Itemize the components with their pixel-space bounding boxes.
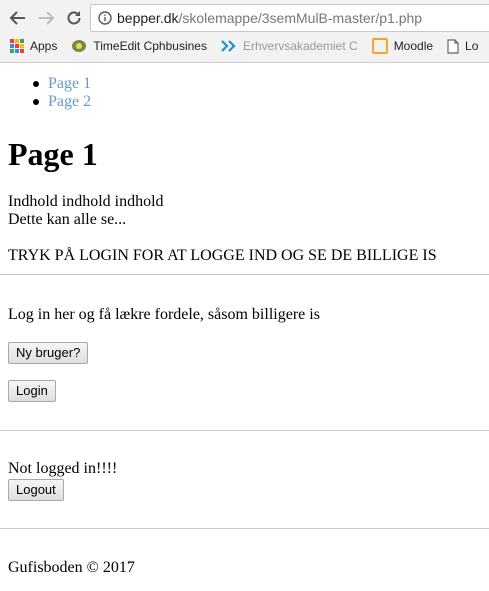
content-line-2: Dette kan alle se...: [8, 211, 127, 228]
bookmark-timeedit[interactable]: TimeEdit Cphbusines: [71, 39, 207, 53]
chevrons-icon: [221, 40, 237, 52]
divider: [0, 528, 489, 529]
timeedit-icon: [71, 39, 87, 53]
page-icon: [447, 38, 459, 54]
nav-list: Page 1 Page 2: [0, 75, 91, 111]
footer-text: Gufisboden © 2017: [8, 559, 135, 576]
logout-button[interactable]: Logout: [8, 479, 64, 501]
info-icon[interactable]: [98, 11, 112, 25]
bookmarks-bar: Apps TimeEdit Cphbusines Erhvervsakademi…: [0, 35, 489, 57]
new-user-button[interactable]: Ny bruger?: [8, 342, 89, 364]
bookmark-apps[interactable]: Apps: [10, 39, 57, 53]
moodle-icon: [371, 38, 388, 54]
bookmark-label: TimeEdit Cphbusines: [93, 39, 207, 53]
page-title: Page 1: [8, 136, 98, 172]
apps-grid-icon: [10, 39, 24, 53]
nav-item: Page 1: [0, 75, 91, 93]
url-host: bepper.dk: [117, 10, 179, 26]
promo-text: Log in her og få lækre fordele, såsom bi…: [8, 306, 320, 323]
back-arrow-icon: [9, 11, 25, 25]
url-path: /skolemappe/3semMulB-master/p1.php: [178, 10, 423, 26]
reload-button[interactable]: [63, 6, 85, 30]
forward-button[interactable]: [35, 6, 57, 30]
bookmark-moodle[interactable]: Moodle: [371, 38, 434, 54]
bookmark-lo[interactable]: Lo: [447, 38, 479, 54]
bookmark-erhvervsakademiet[interactable]: Erhvervsakademiet C: [221, 39, 358, 53]
back-button[interactable]: [7, 6, 29, 30]
nav-link-page-1[interactable]: Page 1: [48, 75, 91, 92]
login-notice: TRYK PÅ LOGIN FOR AT LOGGE IND OG SE DE …: [8, 247, 437, 264]
content-line-1: Indhold indhold indhold: [8, 193, 164, 210]
login-button[interactable]: Login: [8, 380, 56, 402]
nav-item: Page 2: [0, 93, 91, 111]
divider: [0, 430, 489, 431]
bookmark-label: Erhvervsakademiet C: [242, 39, 358, 53]
divider: [0, 274, 489, 275]
browser-toolbar: bepper.dk/skolemappe/3semMulB-master/p1.…: [0, 0, 489, 63]
bookmark-label: Moodle: [393, 39, 434, 53]
login-status: Not logged in!!!!: [8, 460, 118, 477]
nav-link-page-2[interactable]: Page 2: [48, 93, 91, 110]
reload-icon: [67, 11, 81, 25]
bookmark-label: Lo: [465, 39, 479, 53]
address-bar[interactable]: bepper.dk/skolemappe/3semMulB-master/p1.…: [90, 4, 489, 32]
bookmark-label: Apps: [30, 39, 58, 53]
forward-arrow-icon: [39, 11, 55, 25]
